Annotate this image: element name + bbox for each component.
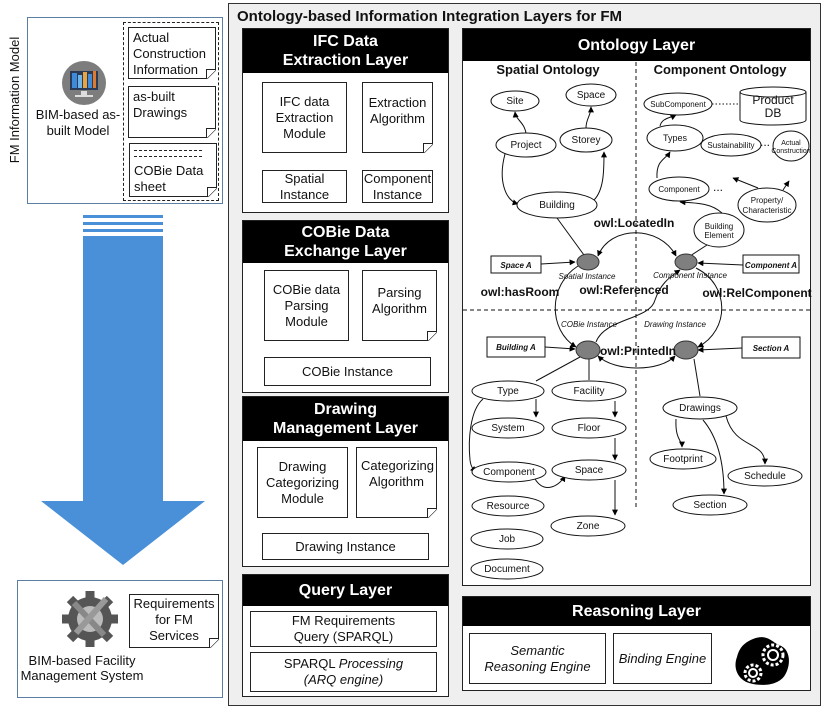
label-building-a: Building A [496,343,536,352]
label-section: Section [693,500,726,511]
label-cobie-job: Job [499,534,516,545]
label-drawing-instance: Drawing Instance [644,320,706,329]
label-cobie-facility: Facility [573,386,604,397]
label-footprint: Footprint [663,454,703,465]
label-cobie-type: Type [497,386,519,397]
relation-referenced: owl:Referenced [579,283,668,297]
label-types: Types [663,133,688,143]
ellipsis-2: ... [713,180,723,194]
label-component: Component [658,185,700,194]
relation-has-room: owl:hasRoom [481,285,560,299]
label-cobie-space: Space [575,465,604,476]
label-storey: Storey [572,135,601,146]
spatial-ontology-title: Spatial Ontology [496,62,600,77]
label-cobie-zone: Zone [577,521,600,532]
label-schedule: Schedule [744,471,786,482]
label-actual-1: Actual [781,140,801,147]
relation-rel-component: owl:RelComponent [702,286,811,300]
label-component-a: Component A [745,261,797,270]
label-sustainability: Sustainability [707,141,754,150]
node-property [737,187,797,223]
label-property-1: Property/ [751,196,784,205]
spatial-instance-node [576,253,600,271]
label-section-a: Section A [753,344,790,353]
label-cobie-resource: Resource [487,501,530,512]
label-building-element-2: Element [704,231,734,240]
label-spatial-instance: Spatial Instance [559,272,616,281]
relation-printed-in: owl:PrintedIn [600,344,676,358]
cobie-instance-node [575,340,601,360]
label-building-element-1: Building [705,222,733,231]
label-property-2: Characteristic [743,206,792,215]
drawing-instance-node [673,340,699,360]
label-project: Project [510,140,541,151]
label-cobie-document: Document [484,564,530,575]
label-cobie-floor: Floor [578,423,601,434]
component-ontology-title: Component Ontology [654,62,788,77]
label-space-a: Space A [500,261,531,270]
ontology-edges [468,103,790,516]
label-cobie-system: System [491,423,524,434]
ellipsis-1: ... [760,135,770,149]
label-actual-2: Construction [771,148,810,155]
label-cobie-instance: COBie Instance [561,320,618,329]
ontology-diagram: Spatial Ontology Component Ontology Site… [463,62,812,580]
label-subcomponent: SubComponent [650,100,706,109]
component-instance-node [674,253,698,271]
relation-located-in: owl:LocatedIn [594,216,675,230]
label-component-instance: Component Instance [653,271,727,280]
label-site: Site [506,96,524,107]
label-space: Space [577,90,606,101]
label-product-db-2: DB [765,106,782,120]
label-product-db-1: Product [752,93,794,107]
label-cobie-component: Component [483,467,535,478]
label-building: Building [539,200,575,211]
label-drawings: Drawings [679,403,721,414]
